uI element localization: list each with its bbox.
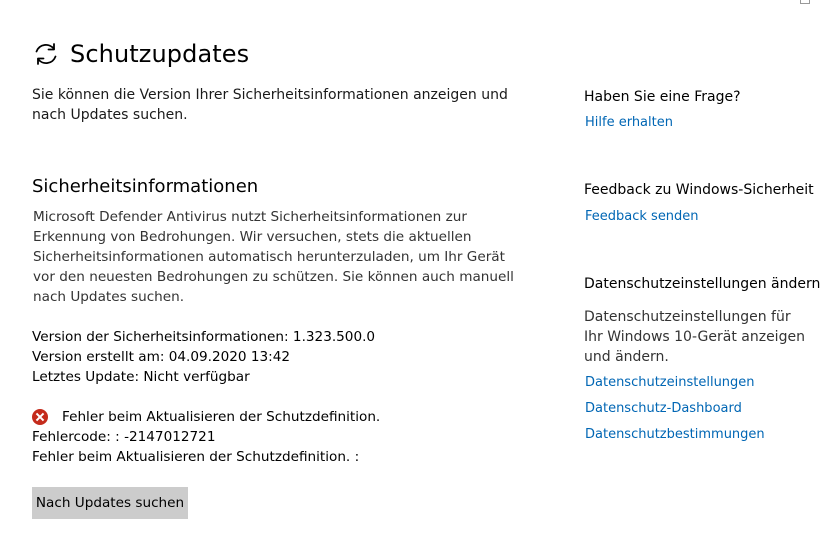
created-line: Version erstellt am: 04.09.2020 13:42 (32, 349, 291, 365)
refresh-icon (35, 43, 57, 65)
check-updates-button[interactable]: Nach Updates suchen (32, 487, 188, 519)
help-link[interactable]: Hilfe erhalten (585, 113, 673, 133)
privacy-text: Datenschutzeinstellungen für Ihr Windows… (584, 309, 805, 365)
page-title: Schutzupdates (70, 40, 250, 68)
privacy-heading: Datenschutzeinstellungen ändern (584, 276, 820, 292)
question-heading: Haben Sie eine Frage? (584, 89, 741, 105)
security-info-description: Microsoft Defender Antivirus nutzt Siche… (33, 209, 514, 305)
error-icon (32, 409, 48, 425)
error-row: Fehler beim Aktualisieren der Schutzdefi… (32, 407, 380, 427)
feedback-heading: Feedback zu Windows-Sicherheit (584, 182, 814, 198)
last-update-line: Letztes Update: Nicht verfügbar (32, 369, 250, 385)
error-code-line: Fehlercode: : -2147012721 (32, 429, 216, 445)
version-line: Version der Sicherheitsinformationen: 1.… (32, 329, 376, 345)
section-title-security-info: Sicherheitsinformationen (32, 176, 259, 197)
window-corner-mark (800, 0, 810, 4)
error-message: Fehler beim Aktualisieren der Schutzdefi… (62, 409, 381, 425)
page-intro: Sie können die Version Ihrer Sicherheits… (32, 87, 508, 123)
page-header: Schutzupdates (32, 36, 249, 72)
feedback-link[interactable]: Feedback senden (585, 207, 699, 227)
privacy-statement-link[interactable]: Datenschutzbestimmungen (585, 425, 765, 445)
privacy-dashboard-link[interactable]: Datenschutz-Dashboard (585, 399, 742, 419)
privacy-settings-link[interactable]: Datenschutzeinstellungen (585, 373, 755, 393)
error-detail-line: Fehler beim Aktualisieren der Schutzdefi… (32, 449, 360, 465)
